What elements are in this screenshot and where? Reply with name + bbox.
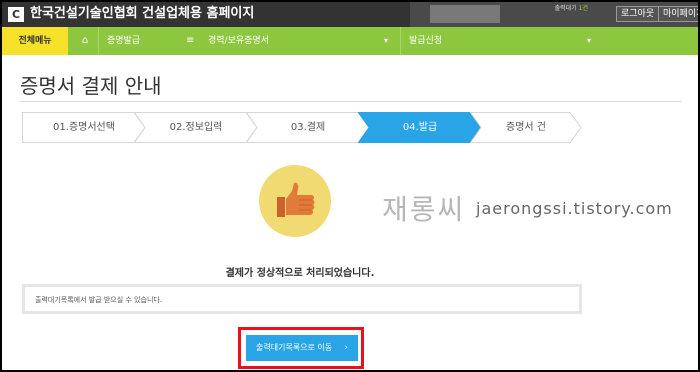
print-queue-count[interactable]: 1건: [579, 5, 588, 12]
notice-text: 출력대기목록에서 발급 받으실 수 있습니다.: [35, 296, 163, 304]
title-divider: [20, 101, 682, 102]
step-1: 01.증명서선택: [22, 112, 146, 143]
chevron-down-icon: ▾: [587, 36, 592, 45]
step-label: 03.결제: [290, 122, 326, 133]
top-bar: C 한국건설기술인협회 건설업체용 홈페이지 출력대기 1건 로그아웃 마이페이…: [2, 2, 698, 27]
all-menu-button[interactable]: 전체메뉴: [2, 27, 68, 55]
user-info: 출력대기 1건: [510, 4, 588, 14]
step-progress: 01.증명서선택 02.정보입력 03.결제 04.발급 증명서 건: [22, 112, 582, 143]
nav-item-certificate-issue[interactable]: 증명발급: [98, 27, 182, 55]
menu-icon[interactable]: ≡: [186, 27, 198, 55]
thumbs-up-icon: [277, 182, 315, 217]
step-5: 증명서 건: [470, 112, 582, 143]
payment-complete-message: 결제가 정상적으로 처리되었습니다.: [225, 268, 375, 279]
step-2: 02.정보입력: [134, 112, 258, 143]
success-emblem: [259, 165, 331, 237]
step-label: 04.발급: [402, 122, 438, 133]
step-3: 03.결제: [246, 112, 370, 143]
mypage-button[interactable]: 마이페이지: [658, 6, 698, 22]
print-queue-label: 출력대기: [554, 5, 577, 12]
go-to-print-queue-button[interactable]: 출력대기목록으로 이동 ›: [246, 335, 358, 361]
main-nav: 전체메뉴 ⌂ 증명발급 ≡ 경력/보유증명서 ▾ 발급신청 ▾: [2, 27, 698, 55]
step-label: 증명서 건: [506, 122, 546, 133]
step-4-active: 04.발급: [358, 112, 482, 143]
logout-button[interactable]: 로그아웃: [616, 6, 660, 22]
page-title: 증명서 결제 안내: [20, 74, 162, 98]
notice-box: 출력대기목록에서 발급 받으실 수 있습니다.: [22, 284, 582, 314]
nav-item-issue-request[interactable]: 발급신청 ▾: [400, 27, 596, 55]
step-label: 02.정보입력: [169, 122, 223, 133]
home-icon[interactable]: ⌂: [78, 27, 92, 55]
nav-item-career-certificate[interactable]: 경력/보유증명서 ▾: [200, 27, 394, 55]
button-label: 출력대기목록으로 이동: [256, 343, 333, 352]
user-area: 출력대기 1건 로그아웃 마이페이지: [410, 2, 698, 27]
step-label: 01.증명서선택: [53, 122, 115, 133]
logo-icon[interactable]: C: [8, 7, 24, 22]
watermark-url: jaerongssi.tistory.com: [476, 199, 673, 218]
site-title[interactable]: 한국건설기술인협회 건설업체용 홈페이지: [30, 5, 254, 23]
watermark-korean: 재롱씨: [382, 193, 466, 226]
user-info-line2: 출력대기 1건: [510, 4, 588, 14]
chevron-down-icon: ▾: [384, 36, 389, 45]
nav-item-label: 증명발급: [107, 36, 141, 46]
nav-item-label: 발급신청: [409, 36, 443, 46]
blurred-user-name: [430, 5, 500, 23]
nav-item-label: 경력/보유증명서: [208, 36, 269, 46]
chevron-right-icon: ›: [344, 343, 348, 353]
browser-frame: C 한국건설기술인협회 건설업체용 홈페이지 출력대기 1건 로그아웃 마이페이…: [0, 0, 700, 372]
